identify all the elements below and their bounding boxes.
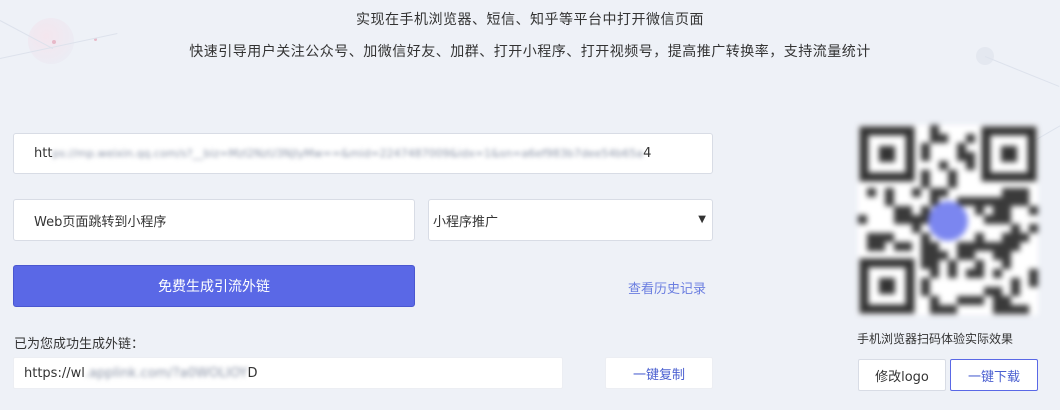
- dropdown-caret-icon: ▼: [698, 214, 706, 225]
- original-url-input[interactable]: htt ps://mp.weixin.qq.com/s?__biz=MzI2NzU…: [13, 133, 713, 174]
- link-type-select[interactable]: 小程序推广 ▼: [428, 199, 713, 241]
- generate-link-button[interactable]: 免费生成引流外链: [13, 265, 415, 307]
- generated-link-tail: D: [247, 365, 258, 381]
- success-label: 已为您成功生成外链：: [14, 337, 145, 352]
- generated-link-visible: https://wl: [24, 365, 85, 381]
- qr-caption: 手机浏览器扫码体验实际效果: [857, 332, 1014, 346]
- qr-code-image: [858, 125, 1038, 315]
- url-obscured-text: ps://mp.weixin.qq.com/s?__biz=MzI2NzU3Nj…: [52, 147, 644, 160]
- url-visible-text: htt: [34, 146, 53, 161]
- modify-logo-button[interactable]: 修改logo: [858, 359, 946, 391]
- view-history-link[interactable]: 查看历史记录: [628, 278, 706, 297]
- download-qr-button[interactable]: 一键下载: [950, 359, 1038, 391]
- link-type-selected: 小程序推广: [433, 214, 499, 230]
- generated-link-field[interactable]: https://wl .applink.com/?a0WOLIOY D: [13, 357, 563, 389]
- generated-link-obscured: .applink.com/?a0WOLIOY: [84, 365, 248, 381]
- page-description: 快速引导用户关注公众号、加微信好友、加群、打开小程序、打开视频号，提高推广转换率…: [189, 44, 871, 60]
- qr-center-logo: [928, 201, 968, 241]
- page-title-value: Web页面跳转到小程序: [34, 214, 167, 230]
- copy-link-button[interactable]: 一键复制: [605, 357, 713, 389]
- page-subtitle: 实现在手机浏览器、短信、知乎等平台中打开微信页面: [356, 12, 704, 28]
- page-title-input[interactable]: Web页面跳转到小程序: [13, 199, 415, 241]
- url-tail-text: 4: [643, 146, 652, 161]
